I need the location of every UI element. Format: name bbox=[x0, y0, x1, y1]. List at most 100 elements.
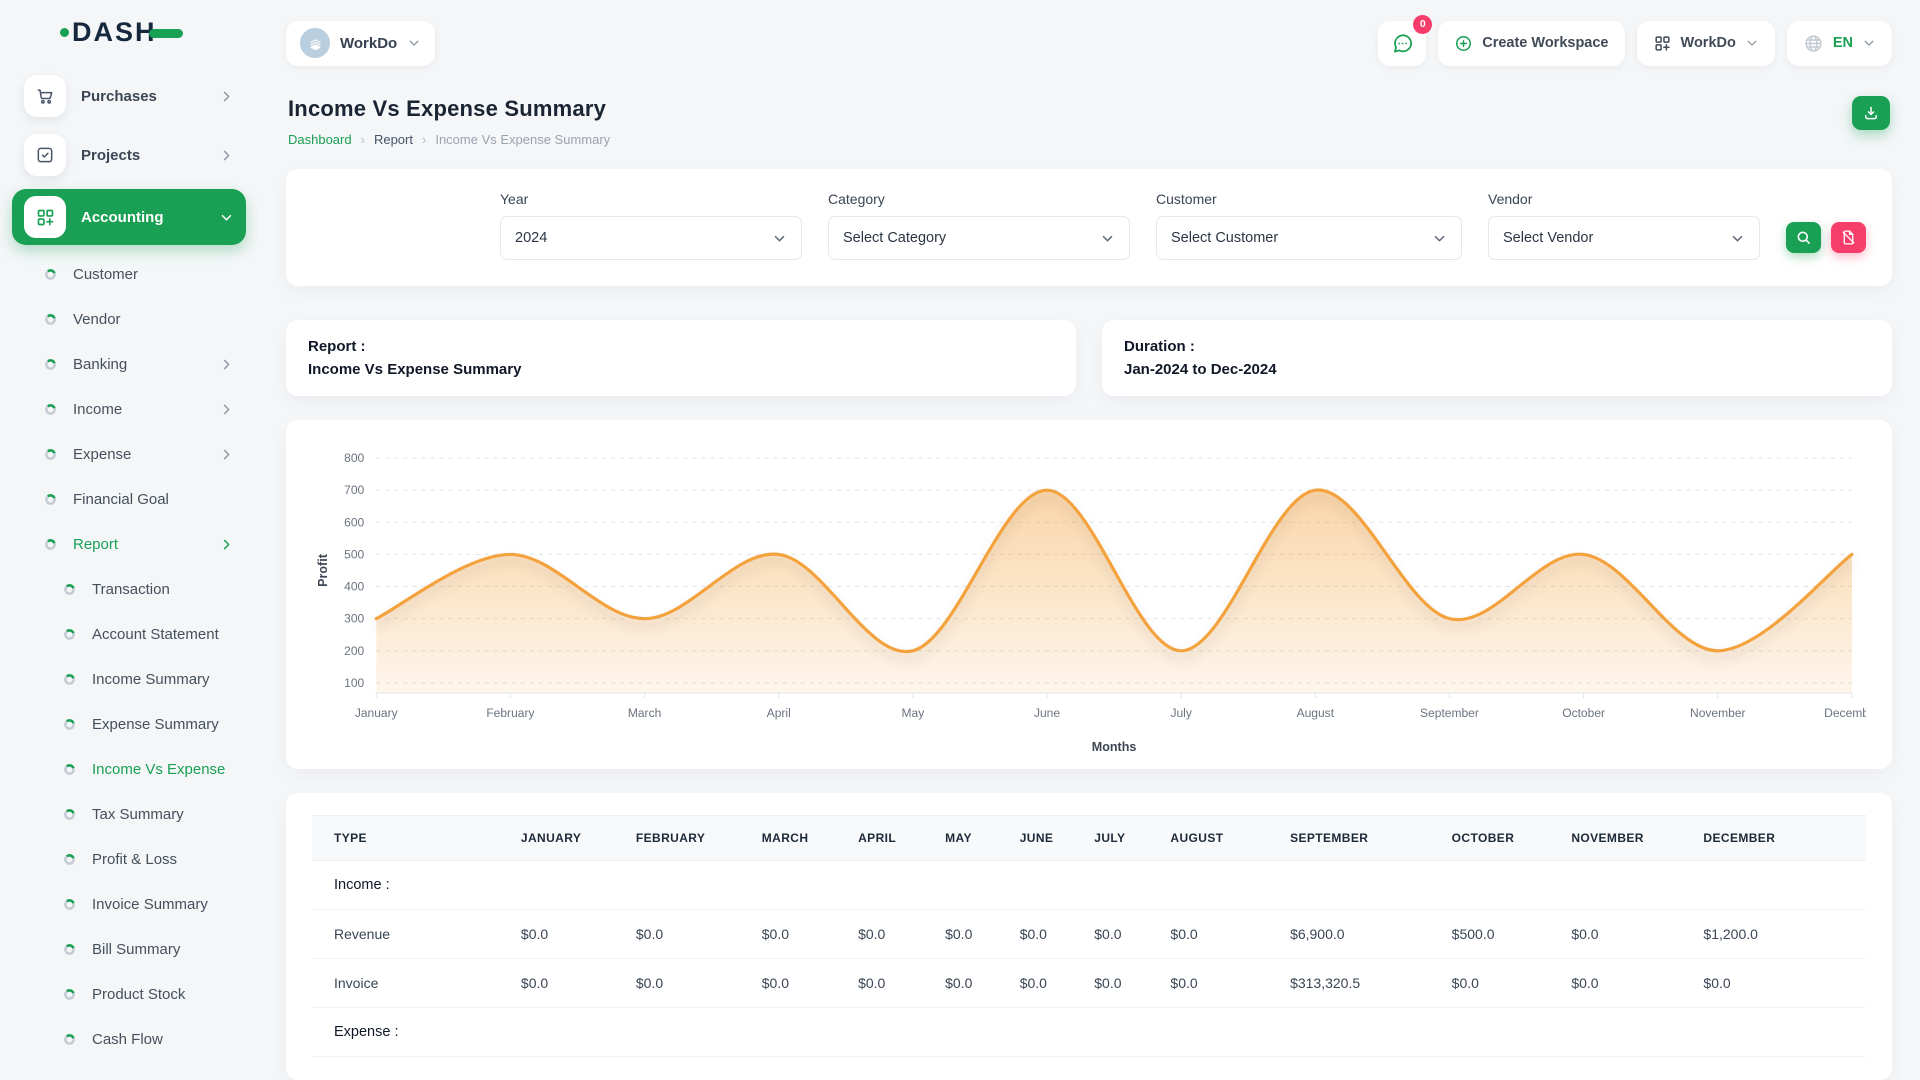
language-button[interactable]: EN bbox=[1787, 21, 1892, 66]
value-cell: $0.0 bbox=[1160, 959, 1280, 1008]
column-header-november: NOVEMBER bbox=[1561, 816, 1693, 861]
year-select[interactable]: 2024 bbox=[500, 216, 802, 260]
sidebar-item-product-stock[interactable]: Product Stock bbox=[12, 972, 246, 1017]
duration-summary-card: Duration : Jan-2024 to Dec-2024 bbox=[1102, 320, 1892, 396]
filter-card: Year2024CategorySelect CategoryCustomerS… bbox=[286, 169, 1892, 286]
sidebar-item-label: Income bbox=[73, 401, 202, 418]
sidebar-item-vendor[interactable]: Vendor bbox=[12, 297, 246, 342]
sidebar-item-purchases[interactable]: Purchases bbox=[14, 69, 244, 123]
column-header-february: FEBRUARY bbox=[626, 816, 752, 861]
value-cell: $0.0 bbox=[1084, 959, 1160, 1008]
sidebar-item-label: Account Statement bbox=[92, 626, 234, 643]
sidebar-nav: PurchasesProjects Accounting CustomerVendo… bbox=[12, 69, 246, 1062]
breadcrumb-item-report[interactable]: Report bbox=[374, 132, 413, 147]
empty-cell bbox=[1280, 1008, 1442, 1057]
svg-text:October: October bbox=[1562, 706, 1605, 720]
customer-select[interactable]: Select Customer bbox=[1156, 216, 1462, 260]
sidebar-item-customer[interactable]: Customer bbox=[12, 252, 246, 297]
sidebar-item-cash-flow[interactable]: Cash Flow bbox=[12, 1017, 246, 1062]
sidebar-item-profit-loss[interactable]: Profit & Loss bbox=[12, 837, 246, 882]
app-logo[interactable]: DASH bbox=[60, 17, 183, 48]
category-select[interactable]: Select Category bbox=[828, 216, 1130, 260]
sidebar-item-banking[interactable]: Banking bbox=[12, 342, 246, 387]
check-square-icon bbox=[24, 134, 66, 176]
svg-text:500: 500 bbox=[344, 547, 364, 561]
app-root: DASH PurchasesProjects Accounting Customer… bbox=[0, 0, 1920, 1080]
chevron-right-icon bbox=[219, 537, 234, 552]
sidebar-item-income-summary[interactable]: Income Summary bbox=[12, 657, 246, 702]
chevron-right-icon bbox=[219, 89, 234, 104]
sidebar-item-label: Income Summary bbox=[92, 671, 234, 688]
value-cell: $0.0 bbox=[1084, 910, 1160, 959]
reset-filter-button[interactable] bbox=[1831, 222, 1866, 253]
svg-text:400: 400 bbox=[344, 580, 364, 594]
sidebar-item-account-statement[interactable]: Account Statement bbox=[12, 612, 246, 657]
empty-cell bbox=[1693, 861, 1866, 910]
donut-bullet-icon bbox=[64, 1034, 75, 1045]
column-header-march: MARCH bbox=[752, 816, 848, 861]
value-cell: $0.0 bbox=[1160, 910, 1280, 959]
filter-label-vendor: Vendor bbox=[1488, 191, 1760, 207]
empty-cell bbox=[1160, 1008, 1280, 1057]
filter-field-category: Category Select Category bbox=[828, 191, 1130, 260]
empty-cell bbox=[935, 1008, 1010, 1057]
sidebar-item-report[interactable]: Report bbox=[12, 522, 246, 567]
svg-text:Months: Months bbox=[1092, 740, 1137, 754]
sidebar-item-label: Expense bbox=[73, 446, 202, 463]
sidebar-item-financial-goal[interactable]: Financial Goal bbox=[12, 477, 246, 522]
donut-bullet-icon bbox=[64, 944, 75, 955]
search-button[interactable] bbox=[1786, 222, 1821, 253]
sidebar-item-invoice-summary[interactable]: Invoice Summary bbox=[12, 882, 246, 927]
income-expense-chart: 800700600500400300200100JanuaryFebruaryM… bbox=[312, 444, 1866, 757]
workspace-switcher-button[interactable]: WorkDo bbox=[1637, 21, 1775, 66]
empty-cell bbox=[1010, 861, 1085, 910]
sidebar-item-transaction[interactable]: Transaction bbox=[12, 567, 246, 612]
chevron-down-icon bbox=[1730, 231, 1745, 246]
sidebar-item-tax-summary[interactable]: Tax Summary bbox=[12, 792, 246, 837]
sidebar-item-projects[interactable]: Projects bbox=[14, 128, 244, 182]
value-cell: $0.0 bbox=[1561, 959, 1693, 1008]
value-cell: $6,900.0 bbox=[1280, 910, 1442, 959]
filter-label-category: Category bbox=[828, 191, 1130, 207]
value-cell: $0.0 bbox=[1442, 959, 1562, 1008]
create-workspace-button[interactable]: Create Workspace bbox=[1438, 21, 1624, 66]
logo-row: DASH bbox=[12, 0, 246, 64]
empty-cell bbox=[1561, 1008, 1693, 1057]
section-label: Income : bbox=[312, 861, 511, 910]
download-report-button[interactable] bbox=[1852, 96, 1890, 130]
chat-bubble-icon bbox=[1391, 32, 1414, 55]
sidebar-item-label: Cash Flow bbox=[92, 1031, 234, 1048]
chevron-down-icon bbox=[772, 231, 787, 246]
vendor-select[interactable]: Select Vendor bbox=[1488, 216, 1760, 260]
row-type: Revenue bbox=[312, 910, 511, 959]
column-header-january: JANUARY bbox=[511, 816, 626, 861]
language-label: EN bbox=[1833, 35, 1853, 51]
svg-text:July: July bbox=[1170, 706, 1191, 720]
sidebar-item-label: Accounting bbox=[81, 209, 204, 226]
svg-text:September: September bbox=[1420, 706, 1479, 720]
workspace-pill[interactable]: WorkDo bbox=[286, 21, 435, 66]
sidebar-item-bill-summary[interactable]: Bill Summary bbox=[12, 927, 246, 972]
column-header-type: TYPE bbox=[312, 816, 511, 861]
breadcrumb-item-dashboard[interactable]: Dashboard bbox=[288, 132, 352, 147]
sidebar-item-expense[interactable]: Expense bbox=[12, 432, 246, 477]
sidebar-item-income[interactable]: Income bbox=[12, 387, 246, 432]
donut-bullet-icon bbox=[45, 404, 56, 415]
empty-cell bbox=[1160, 861, 1280, 910]
svg-text:Profit: Profit bbox=[316, 553, 330, 587]
donut-bullet-icon bbox=[64, 854, 75, 865]
section-label: Expense : bbox=[312, 1008, 511, 1057]
filter-field-year: Year2024 bbox=[500, 191, 802, 260]
sidebar-item-income-vs-expense[interactable]: Income Vs Expense bbox=[12, 747, 246, 792]
messages-button[interactable]: 0 bbox=[1378, 21, 1426, 66]
svg-text:November: November bbox=[1690, 706, 1746, 720]
page-head: Income Vs Expense Summary Dashboard›Repo… bbox=[288, 96, 1890, 147]
empty-cell bbox=[1010, 1008, 1085, 1057]
sidebar-item-accounting[interactable]: Accounting bbox=[12, 189, 246, 245]
value-cell: $0.0 bbox=[1693, 959, 1866, 1008]
value-cell: $0.0 bbox=[1010, 910, 1085, 959]
svg-text:January: January bbox=[355, 706, 398, 720]
grid-plus-icon bbox=[24, 196, 66, 238]
chevron-right-icon bbox=[219, 357, 234, 372]
sidebar-item-expense-summary[interactable]: Expense Summary bbox=[12, 702, 246, 747]
